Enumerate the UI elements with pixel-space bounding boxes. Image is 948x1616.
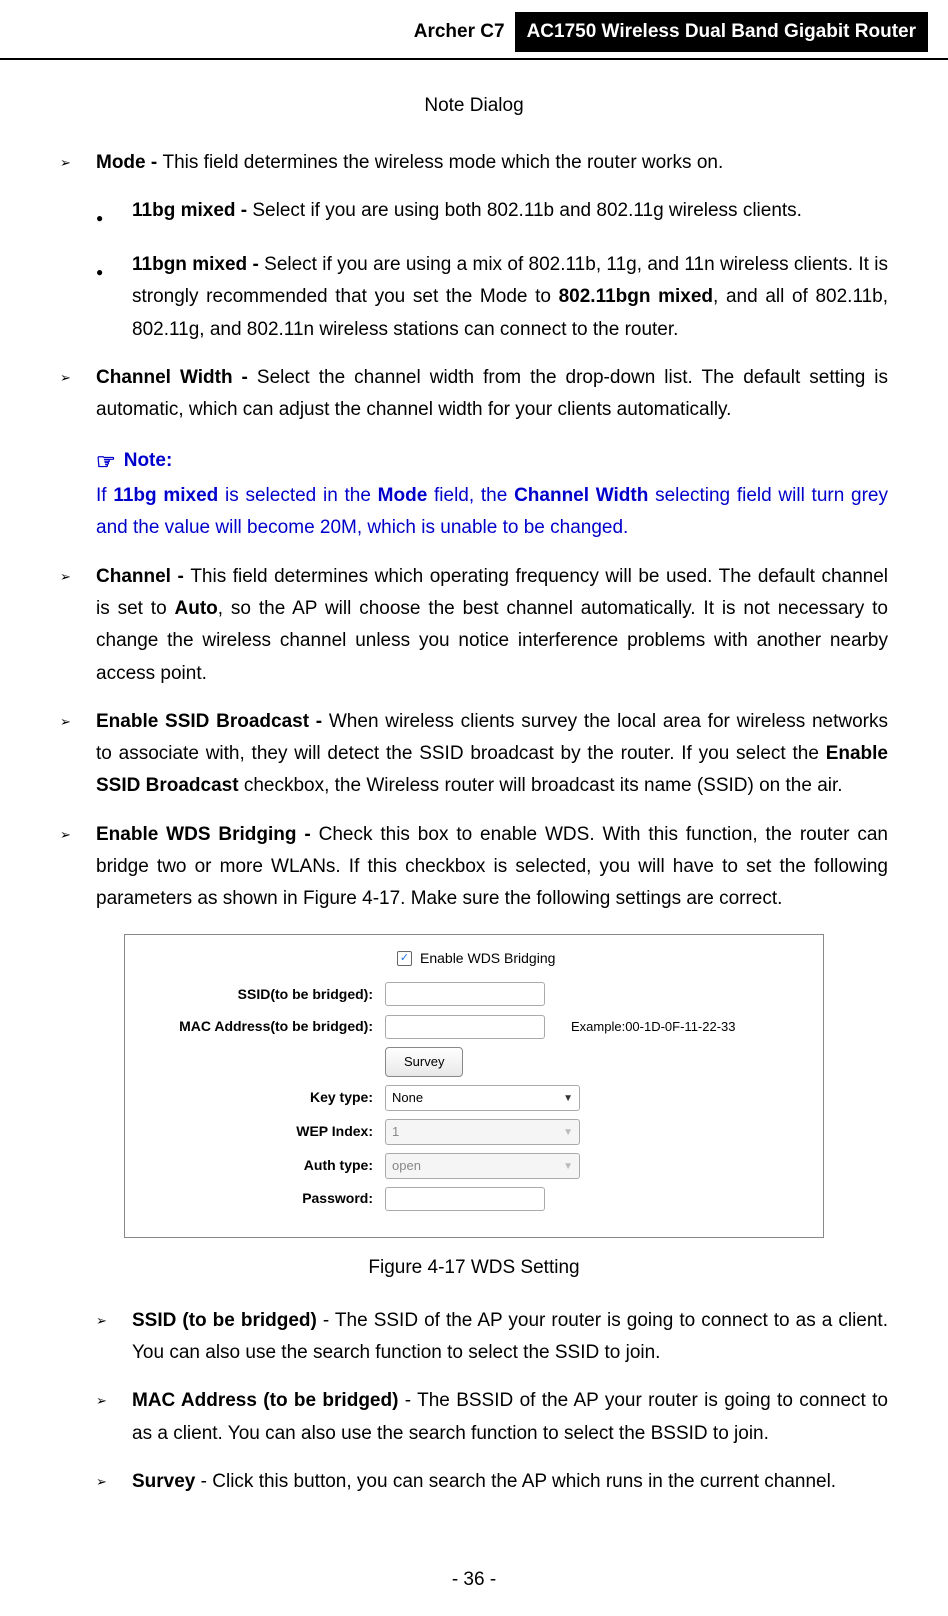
bgn-label: 11bgn mixed - (132, 254, 264, 275)
wds-figure: ✓ Enable WDS Bridging SSID(to be bridged… (124, 934, 824, 1239)
ssid-text2: checkbox, the Wireless router will broad… (239, 775, 843, 796)
mac-bridged-input[interactable] (385, 1015, 545, 1039)
chevron-right-icon: ➢ (60, 819, 96, 916)
chevron-right-icon: ➢ (96, 1466, 132, 1498)
chevron-right-icon: ➢ (96, 1385, 132, 1450)
item-ssid-broadcast: ➢ Enable SSID Broadcast - When wireless … (60, 706, 888, 803)
bullet-icon (96, 195, 132, 233)
auth-label: Auth type: (145, 1154, 385, 1178)
page-header: Archer C7 AC1750 Wireless Dual Band Giga… (0, 0, 948, 60)
chevron-right-icon: ➢ (96, 1305, 132, 1370)
item-wds: ➢ Enable WDS Bridging - Check this box t… (60, 819, 888, 916)
keytype-select[interactable]: None▼ (385, 1085, 580, 1111)
auth-select: open▼ (385, 1153, 580, 1179)
ssid-bridged-input[interactable] (385, 982, 545, 1006)
bg-text: Select if you are using both 802.11b and… (252, 200, 802, 221)
ssid-bridged-label: SSID(to be bridged): (145, 983, 385, 1007)
item-11bg: 11bg mixed - Select if you are using bot… (60, 195, 888, 233)
item-11bgn: 11bgn mixed - Select if you are using a … (60, 249, 888, 346)
device-title: AC1750 Wireless Dual Band Gigabit Router (515, 12, 928, 52)
mac-example: Example:00-1D-0F-11-22-33 (571, 1016, 736, 1038)
pointing-hand-icon: ☞ (96, 443, 116, 480)
survey-text: - Click this button, you can search the … (195, 1471, 836, 1492)
ssid-bridged-label2: SSID (to be bridged) (132, 1310, 317, 1331)
chevron-down-icon: ▼ (563, 1090, 573, 1107)
note-label: Note: (124, 445, 173, 477)
chevron-right-icon: ➢ (60, 706, 96, 803)
cw-label: Channel Width - (96, 367, 257, 388)
wep-select: 1▼ (385, 1119, 580, 1145)
figure-caption: Figure 4-17 WDS Setting (60, 1252, 888, 1284)
page-number: - 36 - (0, 1534, 948, 1616)
wds-label: Enable WDS Bridging - (96, 824, 319, 845)
model-label: Archer C7 (404, 12, 515, 52)
password-label: Password: (145, 1187, 385, 1211)
note-dialog-heading: Note Dialog (60, 90, 888, 122)
bg-label: 11bg mixed - (132, 200, 252, 221)
mac-bridged-label: MAC Address(to be bridged): (145, 1015, 385, 1039)
chevron-down-icon: ▼ (563, 1124, 573, 1141)
mode-text: This field determines the wireless mode … (163, 152, 724, 173)
chevron-right-icon: ➢ (60, 147, 96, 179)
mac-bridged-label2: MAC Address (to be bridged) (132, 1390, 398, 1411)
item-channel: ➢ Channel - This field determines which … (60, 561, 888, 690)
wds-checkbox[interactable]: ✓ (397, 951, 412, 966)
chevron-down-icon: ▼ (563, 1158, 573, 1175)
keytype-label: Key type: (145, 1086, 385, 1110)
channel-label: Channel - (96, 566, 190, 587)
item-survey: ➢ Survey - Click this button, you can se… (96, 1466, 888, 1498)
chevron-right-icon: ➢ (60, 362, 96, 427)
chevron-right-icon: ➢ (60, 561, 96, 690)
item-mode: ➢ Mode - This field determines the wirel… (60, 147, 888, 179)
bullet-icon (96, 249, 132, 346)
survey-button[interactable]: Survey (385, 1047, 463, 1077)
page-content: Note Dialog ➢ Mode - This field determin… (0, 60, 948, 1534)
password-input[interactable] (385, 1187, 545, 1211)
note-body: If 11bg mixed is selected in the Mode fi… (96, 480, 888, 545)
item-mac-bridged: ➢ MAC Address (to be bridged) - The BSSI… (96, 1385, 888, 1450)
ssid-label: Enable SSID Broadcast - (96, 711, 329, 732)
wds-checkbox-label: Enable WDS Bridging (420, 947, 555, 971)
item-channel-width: ➢ Channel Width - Select the channel wid… (60, 362, 888, 427)
item-ssid-bridged: ➢ SSID (to be bridged) - The SSID of the… (96, 1305, 888, 1370)
bgn-bold: 802.11bgn mixed (559, 286, 713, 307)
channel-bold: Auto (175, 598, 218, 619)
note-callout: ☞ Note: If 11bg mixed is selected in the… (60, 443, 888, 545)
mode-label: Mode - (96, 152, 163, 173)
wep-label: WEP Index: (145, 1120, 385, 1144)
survey-label: Survey (132, 1471, 195, 1492)
